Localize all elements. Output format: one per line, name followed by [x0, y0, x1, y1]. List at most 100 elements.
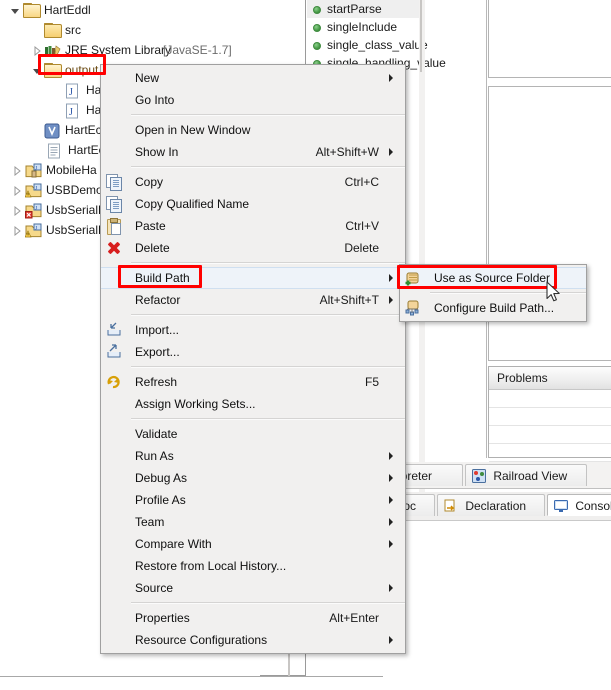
- text-file-icon: [47, 143, 65, 159]
- menu-item-resource-configurations[interactable]: Resource Configurations: [101, 629, 405, 651]
- ide-root: Problems startParse singleInclude single…: [0, 0, 611, 690]
- svg-text:J: J: [69, 107, 73, 118]
- menu-item-refresh[interactable]: Refresh F5: [101, 371, 405, 393]
- submenu-arrow-icon: [387, 629, 395, 651]
- view-tabstrip-lower: adoc Declaration Console ✖: [383, 492, 611, 520]
- menu-separator: [131, 314, 405, 316]
- menu-item-properties[interactable]: Properties Alt+Enter: [101, 607, 405, 629]
- tab-label: Declaration: [465, 499, 527, 513]
- menu-item-go-into[interactable]: Go Into: [101, 89, 405, 111]
- submenu-arrow-icon: [387, 289, 395, 311]
- public-member-icon: [313, 6, 321, 14]
- public-member-icon: [313, 42, 321, 50]
- menu-item-label: Restore from Local History...: [135, 559, 287, 573]
- menu-separator: [131, 366, 405, 368]
- menu-item-new[interactable]: New: [101, 67, 405, 89]
- member-label: singleInclude: [327, 20, 398, 34]
- chevron-down-icon[interactable]: [10, 0, 20, 21]
- menu-item-label: New: [135, 71, 160, 85]
- sash-grip[interactable]: [420, 0, 422, 72]
- tab-railroad-view[interactable]: Railroad View: [465, 464, 587, 486]
- menu-item-copy-qualified-name[interactable]: Copy Qualified Name: [101, 193, 405, 215]
- problems-row: [489, 408, 611, 426]
- submenu-arrow-icon: [387, 489, 395, 511]
- tree-item-label: MobileHa: [46, 163, 97, 177]
- menu-item-paste[interactable]: Paste Ctrl+V: [101, 215, 405, 237]
- menu-separator: [131, 418, 405, 420]
- menu-item-build-path[interactable]: Build Path: [101, 267, 405, 289]
- submenu-arrow-icon: [387, 268, 395, 288]
- paste-icon: [106, 218, 124, 235]
- chevron-right-icon[interactable]: [12, 160, 22, 181]
- tree-item-label: USBDemo: [46, 183, 103, 197]
- menu-item-debug-as[interactable]: Debug As: [101, 467, 405, 489]
- java-project-warning-icon: J: [24, 223, 43, 239]
- menu-item-refactor[interactable]: Refactor Alt+Shift+T: [101, 289, 405, 311]
- chevron-right-icon[interactable]: [12, 180, 22, 201]
- chevron-down-icon[interactable]: [32, 60, 42, 81]
- java-file-icon: J: [65, 103, 83, 119]
- tree-item-jre-system-library[interactable]: JRE System Library [JavaSE-1.7]: [0, 40, 306, 60]
- tab-label: Console: [575, 499, 611, 513]
- menu-item-accelerator: Ctrl+V: [345, 219, 379, 233]
- svg-text:J: J: [69, 87, 73, 98]
- tree-item-hart-eddl[interactable]: HartEddl: [0, 0, 306, 20]
- chevron-right-icon[interactable]: [12, 220, 22, 241]
- menu-item-open-in-new-window[interactable]: Open in New Window: [101, 119, 405, 141]
- problems-row: [489, 390, 611, 408]
- menu-item-accelerator: Alt+Shift+W: [315, 145, 379, 159]
- member-item[interactable]: single_class_value: [307, 36, 428, 54]
- menu-item-validate[interactable]: Validate: [101, 423, 405, 445]
- source-folder-icon: [44, 23, 62, 39]
- tree-item-label: JRE System Library: [65, 43, 172, 57]
- menu-item-restore-from-local-history[interactable]: Restore from Local History...: [101, 555, 405, 577]
- menu-item-label: Export...: [135, 345, 180, 359]
- tree-item-label: UsbSerialE: [46, 203, 107, 217]
- menu-item-import[interactable]: Import...: [101, 319, 405, 341]
- menu-separator: [131, 262, 405, 264]
- menu-item-label: Run As: [135, 449, 174, 463]
- menu-item-team[interactable]: Team: [101, 511, 405, 533]
- menu-item-compare-with[interactable]: Compare With: [101, 533, 405, 555]
- menu-item-accelerator: Delete: [344, 241, 379, 255]
- tree-item-suffix: [JavaSE-1.7]: [163, 43, 232, 57]
- console-output-area: [383, 520, 611, 681]
- problems-tab-label[interactable]: Problems: [489, 367, 611, 390]
- import-icon: [106, 322, 124, 338]
- chevron-right-icon[interactable]: [12, 200, 22, 221]
- menu-item-show-in[interactable]: Show In Alt+Shift+W: [101, 141, 405, 163]
- railroad-view-icon: [472, 468, 486, 483]
- menu-item-label: Assign Working Sets...: [135, 397, 256, 411]
- tree-item-src[interactable]: src: [0, 20, 306, 40]
- menu-item-assign-working-sets[interactable]: Assign Working Sets...: [101, 393, 405, 415]
- tab-console[interactable]: Console ✖: [547, 494, 611, 516]
- member-label: startParse: [327, 2, 382, 16]
- menu-item-run-as[interactable]: Run As: [101, 445, 405, 467]
- submenu-arrow-icon: [387, 533, 395, 555]
- tree-item-label: output: [65, 63, 99, 77]
- tree-item-label: HartEc: [65, 123, 102, 137]
- console-icon: [554, 498, 568, 512]
- copy-icon: [106, 174, 124, 191]
- configure-build-path-icon: [405, 300, 423, 316]
- menu-item-delete[interactable]: Delete Delete: [101, 237, 405, 259]
- menu-item-label: Source: [135, 581, 174, 595]
- launch-config-icon: [44, 123, 62, 139]
- menu-item-label: Import...: [135, 323, 180, 337]
- menu-separator: [131, 166, 405, 168]
- submenu-item-label: Use as Source Folder: [434, 271, 551, 285]
- submenu-arrow-icon: [387, 445, 395, 467]
- tab-declaration[interactable]: Declaration: [437, 494, 545, 516]
- view-tabstrip-upper: erpreter Railroad View: [383, 462, 611, 489]
- problems-view: Problems: [488, 366, 611, 462]
- refresh-icon: [106, 374, 124, 390]
- chevron-right-icon[interactable]: [32, 40, 42, 61]
- mouse-cursor: [546, 281, 562, 304]
- menu-item-profile-as[interactable]: Profile As: [101, 489, 405, 511]
- member-item[interactable]: startParse: [307, 0, 420, 18]
- menu-item-source[interactable]: Source: [101, 577, 405, 599]
- member-item[interactable]: singleInclude: [307, 18, 420, 36]
- problems-row: [489, 426, 611, 444]
- menu-item-copy[interactable]: Copy Ctrl+C: [101, 171, 405, 193]
- menu-item-export[interactable]: Export...: [101, 341, 405, 363]
